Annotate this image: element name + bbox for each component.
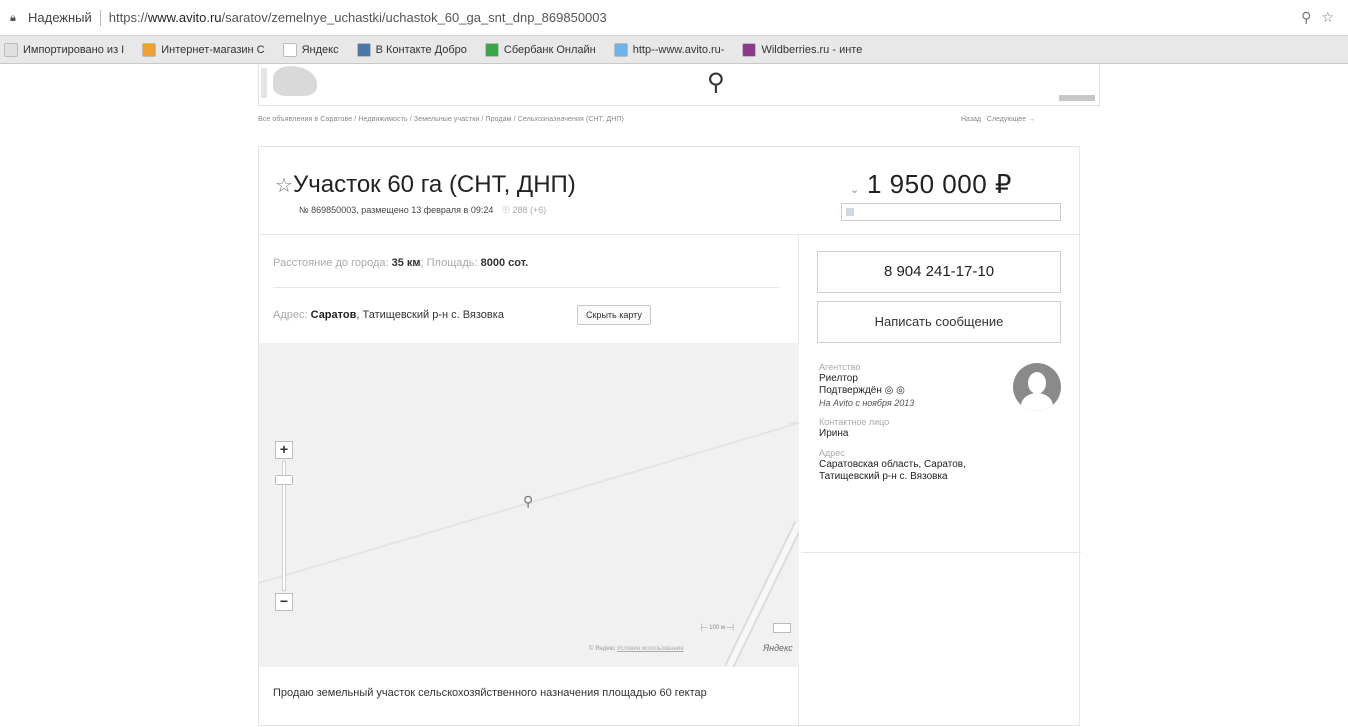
bookmark-item[interactable]: Wildberries.ru - инте xyxy=(742,42,863,57)
listing-number-date: № 869850003, размещено 13 февраля в 09:2… xyxy=(299,205,494,215)
bookmark-favicon-icon xyxy=(742,42,757,57)
bookmark-label: Wildberries.ru - инте xyxy=(761,43,863,56)
ad-chair-image: ⚲ xyxy=(707,69,725,96)
breadcrumb-navigation: Назад Следующее → xyxy=(961,116,1035,123)
price-dropdown-icon[interactable]: ⌄ xyxy=(850,183,859,196)
listing-header: ☆ Участок 60 га (СНТ, ДНП) № 869850003, … xyxy=(259,147,1079,235)
seller-address-label: Адрес xyxy=(819,448,845,458)
ad-person-image xyxy=(273,66,317,96)
yandex-logo[interactable]: Яндекс xyxy=(763,643,793,653)
avatar-head xyxy=(1028,372,1046,394)
listing-meta: № 869850003, размещено 13 февраля в 09:2… xyxy=(299,205,546,216)
bookmark-label: Яндекс xyxy=(301,43,339,56)
agency-label: Агентство xyxy=(819,362,861,372)
map-copyright: © Яндекс Условия использования xyxy=(589,646,684,652)
contact-name: Ирина xyxy=(819,428,849,439)
seller-info: Агентство Риелтор Подтверждён ◎ ◎ На Avi… xyxy=(819,361,1029,483)
url-path: /saratov/zemelnye_uchastki/uchastok_60_g… xyxy=(221,10,607,25)
url-prefix: https:// xyxy=(108,10,148,25)
seller-address-value: Саратовская область, Саратов, Татищевски… xyxy=(819,459,966,482)
listing-title: Участок 60 га (СНТ, ДНП) xyxy=(293,171,576,198)
top-banner-ad[interactable]: ⚲ xyxy=(258,64,1100,106)
area-value: 8000 сот. xyxy=(480,257,529,269)
map-pin-icon[interactable]: ⚲ xyxy=(523,493,533,510)
bookmark-label: Сбербанк Онлайн xyxy=(503,43,596,56)
bookmark-item[interactable]: Яндекс xyxy=(282,42,339,57)
member-since: На Avito с ноября 2013 xyxy=(819,398,915,408)
bookmark-label: Интернет-магазин C xyxy=(161,43,265,56)
avatar-body xyxy=(1021,393,1053,411)
map-view[interactable]: + − ⚲ ├─ 100 м ─┤ © Яндекс Условия испол… xyxy=(259,343,799,667)
zoom-slider-handle[interactable] xyxy=(275,475,293,485)
views-counter: ☉ 288 (+6) xyxy=(501,205,547,215)
bookmark-favicon-icon xyxy=(484,42,499,57)
bookmark-item[interactable]: Интернет-магазин C xyxy=(142,42,265,57)
seller-panel: 8 904 241-17-10 Написать сообщение Агент… xyxy=(801,235,1079,553)
bookmark-item[interactable]: Сбербанк Онлайн xyxy=(484,42,596,57)
breadcrumb[interactable]: Все объявления в Саратове / Недвижимость… xyxy=(258,116,624,123)
avatar[interactable] xyxy=(1013,363,1061,411)
show-phone-button[interactable]: 8 904 241-17-10 xyxy=(817,251,1061,293)
listing-card: ☆ Участок 60 га (СНТ, ДНП) № 869850003, … xyxy=(258,146,1081,727)
bookmark-label: http--www.avito.ru- xyxy=(632,43,725,56)
zoom-out-button[interactable]: − xyxy=(275,593,293,611)
bookmark-star-icon[interactable]: ☆ xyxy=(1321,9,1334,26)
copyright-text: © Яндекс xyxy=(589,646,617,652)
lock-icon: 🔒︎ xyxy=(10,11,16,24)
write-message-button[interactable]: Написать сообщение xyxy=(817,301,1061,343)
ad-button[interactable] xyxy=(1059,95,1095,101)
secure-label: Надежный xyxy=(28,10,92,25)
ad-vertical-label xyxy=(261,68,267,98)
bookmark-favicon-icon xyxy=(4,42,18,57)
broken-image-placeholder xyxy=(841,203,1061,221)
map-ruler-button[interactable] xyxy=(773,623,791,633)
bookmark-label: В Контакте Добро xyxy=(375,43,467,56)
bookmark-label: Импортировано из I xyxy=(23,43,125,56)
bookmark-item[interactable]: В Контакте Добро xyxy=(356,42,467,57)
browser-address-bar: 🔒︎ Надежный https://www.avito.ru/saratov… xyxy=(0,0,1348,36)
back-link[interactable]: Назад xyxy=(961,116,981,123)
page-content: ⚲ Все объявления в Саратове / Недвижимос… xyxy=(0,64,1348,727)
address-rest: , Татищевский р-н с. Вязовка xyxy=(356,309,504,321)
hide-map-button[interactable]: Скрыть карту xyxy=(577,305,651,325)
bookmark-item[interactable]: Импортировано из I xyxy=(4,42,125,57)
listing-price: 1 950 000 ₽ xyxy=(867,169,1012,199)
url-host: www.avito.ru xyxy=(147,10,222,25)
terms-link[interactable]: Условия использования xyxy=(617,646,684,652)
bookmarks-bar: Импортировано из I Интернет-магазин C Янде… xyxy=(0,36,1348,64)
listing-address: Адрес: Саратов, Татищевский р-н с. Вязов… xyxy=(273,309,504,321)
listing-params: Расстояние до города: 35 км; Площадь: 80… xyxy=(273,257,528,269)
agency-name[interactable]: Риелтор xyxy=(819,373,1029,385)
distance-value: 35 км xyxy=(391,257,421,269)
url-field[interactable]: https://www.avito.ru/saratov/zemelnye_uc… xyxy=(109,10,607,25)
address-label: Адрес: xyxy=(273,309,311,321)
bookmark-favicon-icon xyxy=(613,42,628,57)
broken-image-icon xyxy=(846,208,854,216)
zoom-icon[interactable]: ⚲ xyxy=(1301,9,1311,26)
listing-description: Продаю земельный участок сельскохозяйств… xyxy=(273,687,707,699)
address-separator xyxy=(99,9,101,26)
distance-label: Расстояние до города: xyxy=(273,257,392,269)
zoom-in-button[interactable]: + xyxy=(275,441,293,459)
area-label: ; Площадь: xyxy=(420,257,481,269)
next-link[interactable]: Следующее → xyxy=(987,116,1035,123)
listing-main-column: Расстояние до города: 35 км; Площадь: 80… xyxy=(259,235,799,727)
address-city: Саратов xyxy=(310,309,357,321)
map-scale: ├─ 100 м ─┤ xyxy=(699,625,736,631)
bookmark-favicon-icon xyxy=(356,42,371,57)
contact-label: Контактное лицо xyxy=(819,417,890,427)
divider xyxy=(273,287,779,288)
bookmark-favicon-icon xyxy=(282,42,297,57)
bookmark-item[interactable]: http--www.avito.ru- xyxy=(613,42,725,57)
favorite-star-icon[interactable]: ☆ xyxy=(275,173,293,198)
verified-status: Подтверждён ◎ ◎ xyxy=(819,385,905,396)
bookmark-favicon-icon xyxy=(142,42,157,57)
